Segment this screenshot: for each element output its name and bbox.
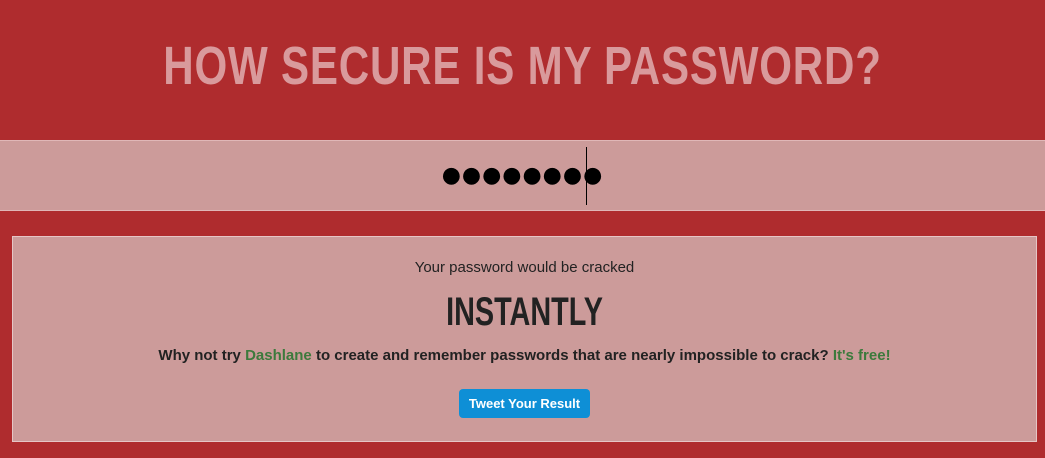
promo-prefix: Why not try — [158, 347, 246, 364]
password-field-container — [0, 140, 1045, 211]
dashlane-link[interactable]: Dashlane — [245, 347, 312, 364]
promo-text: Why not try Dashlane to create and remem… — [13, 347, 1036, 364]
free-link[interactable]: It's free! — [833, 347, 891, 364]
result-panel: Your password would be cracked INSTANTLY… — [12, 236, 1037, 442]
crack-time-verdict: INSTANTLY — [446, 290, 603, 334]
tweet-result-button[interactable]: Tweet Your Result — [459, 389, 590, 418]
password-input[interactable] — [0, 141, 1045, 210]
text-caret — [586, 147, 587, 205]
result-intro-text: Your password would be cracked — [414, 259, 635, 276]
promo-middle: to create and remember passwords that ar… — [311, 347, 833, 364]
page-title: HOW SECURE IS MY PASSWORD? — [163, 36, 882, 96]
